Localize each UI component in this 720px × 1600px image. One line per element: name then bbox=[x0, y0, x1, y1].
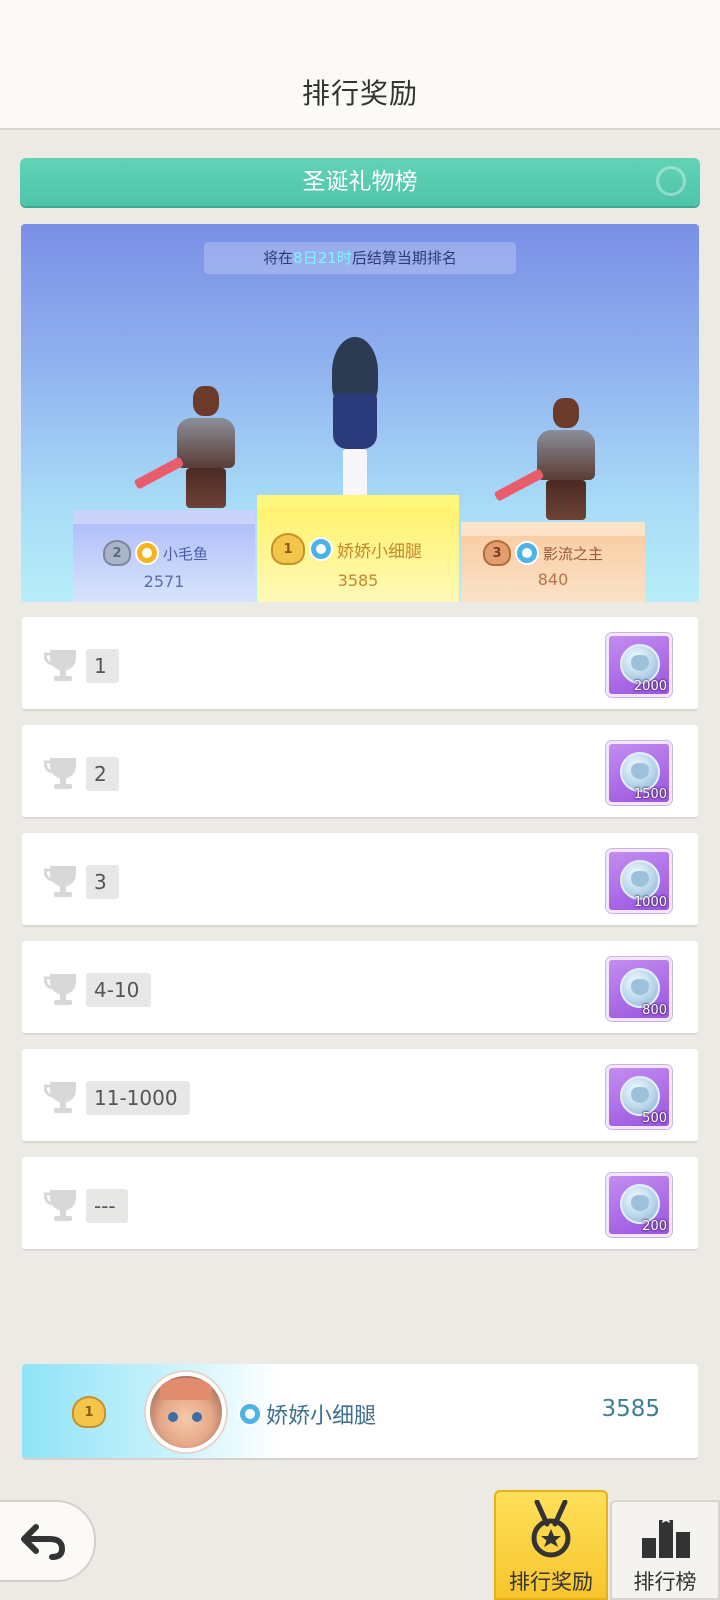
rank-1-badge-icon: 1 bbox=[271, 533, 305, 565]
warrior-character-third[interactable] bbox=[493, 398, 601, 520]
rank-range-label: 2 bbox=[86, 757, 119, 791]
reward-row: --- 200 bbox=[22, 1157, 698, 1251]
coin-icon bbox=[620, 644, 660, 684]
podium-second-name[interactable]: 小毛鱼 bbox=[163, 543, 208, 564]
reward-list: 1 2000 2 1500 3 1000 4-10 800 11-1000 50… bbox=[22, 617, 698, 1265]
rank-range-label: 1 bbox=[86, 649, 119, 683]
reward-amount: 200 bbox=[642, 1219, 667, 1234]
reward-amount: 500 bbox=[642, 1111, 667, 1126]
notice-suffix: 后结算当期排名 bbox=[351, 249, 457, 267]
my-score: 3585 bbox=[601, 1396, 660, 1422]
banner-title: 圣诞礼物榜 bbox=[302, 169, 418, 195]
snowflake-icon bbox=[656, 166, 686, 196]
rank-range-label: 11-1000 bbox=[86, 1081, 190, 1115]
tab-ranking-label: 排行榜 bbox=[633, 1570, 697, 1594]
user-avatar-icon bbox=[135, 541, 159, 565]
rank-range-label: 3 bbox=[86, 865, 119, 899]
trophy-icon bbox=[44, 866, 76, 897]
reward-row: 1 2000 bbox=[22, 617, 698, 711]
coin-icon bbox=[620, 1076, 660, 1116]
reward-row: 11-1000 500 bbox=[22, 1049, 698, 1143]
back-arrow-icon bbox=[21, 1524, 66, 1560]
user-avatar-icon bbox=[238, 1402, 262, 1426]
podium-third-name[interactable]: 影流之主 bbox=[543, 543, 603, 564]
my-avatar[interactable] bbox=[146, 1372, 226, 1452]
rank-1-badge-icon: 1 bbox=[72, 1396, 106, 1428]
reward-item[interactable]: 1500 bbox=[606, 741, 672, 805]
header-bar: 排行奖励 bbox=[0, 0, 720, 130]
podium-third-score: 840 bbox=[537, 570, 569, 589]
reward-item[interactable]: 200 bbox=[606, 1173, 672, 1237]
tab-ranking[interactable]: 排行榜 bbox=[610, 1500, 720, 1600]
podium-second: 2 小毛鱼 2571 bbox=[73, 510, 255, 602]
reward-amount: 1000 bbox=[633, 895, 667, 910]
notice-time: 8日21时 bbox=[293, 249, 352, 267]
trophy-icon bbox=[44, 650, 76, 681]
medal-icon bbox=[531, 1500, 571, 1558]
tab-rank-rewards[interactable]: 排行奖励 bbox=[494, 1490, 608, 1600]
podium-second-score: 2571 bbox=[143, 572, 185, 591]
trophy-icon bbox=[44, 974, 76, 1005]
podium-first-name[interactable]: 娇娇小细腿 bbox=[337, 537, 422, 562]
user-avatar-icon bbox=[515, 541, 539, 565]
my-name: 娇娇小细腿 bbox=[266, 1404, 377, 1429]
coin-icon bbox=[620, 860, 660, 900]
reward-amount: 1500 bbox=[633, 787, 667, 802]
rank-range-label: 4-10 bbox=[86, 973, 152, 1007]
leaderboard-icon bbox=[642, 1512, 690, 1558]
trophy-icon bbox=[44, 1082, 76, 1113]
podium-third: 3 影流之主 840 bbox=[461, 522, 645, 602]
reward-row: 4-10 800 bbox=[22, 941, 698, 1035]
tab-rank-rewards-label: 排行奖励 bbox=[509, 1570, 593, 1594]
leaderboard-banner: 圣诞礼物榜 bbox=[20, 158, 700, 206]
reward-item[interactable]: 500 bbox=[606, 1065, 672, 1129]
rank-3-badge-icon: 3 bbox=[483, 540, 511, 566]
settlement-notice: 将在8日21时后结算当期排名 bbox=[204, 242, 516, 274]
my-rank-bar: 1 娇娇小细腿 3585 bbox=[22, 1364, 698, 1460]
rank-2-badge-icon: 2 bbox=[103, 540, 131, 566]
reward-amount: 800 bbox=[642, 1003, 667, 1018]
reward-item[interactable]: 2000 bbox=[606, 633, 672, 697]
coin-icon bbox=[620, 752, 660, 792]
page-title: 排行奖励 bbox=[301, 77, 418, 110]
back-button[interactable] bbox=[0, 1500, 96, 1582]
user-avatar-icon bbox=[309, 537, 333, 561]
rank-range-label: --- bbox=[86, 1189, 128, 1223]
reward-row: 2 1500 bbox=[22, 725, 698, 819]
podium-first: 1 娇娇小细腿 3585 bbox=[257, 495, 459, 602]
notice-prefix: 将在 bbox=[263, 249, 294, 267]
podium-stage: 将在8日21时后结算当期排名 2 小毛鱼 2571 1 娇娇小细腿 3585 3… bbox=[21, 224, 699, 602]
reward-item[interactable]: 800 bbox=[606, 957, 672, 1021]
girl-character-first[interactable] bbox=[323, 337, 387, 501]
reward-amount: 2000 bbox=[633, 679, 667, 694]
trophy-icon bbox=[44, 758, 76, 789]
reward-row: 3 1000 bbox=[22, 833, 698, 927]
coin-icon bbox=[620, 968, 660, 1008]
warrior-character-second[interactable] bbox=[133, 386, 241, 508]
coin-icon bbox=[620, 1184, 660, 1224]
sword-icon bbox=[493, 468, 545, 502]
reward-item[interactable]: 1000 bbox=[606, 849, 672, 913]
sword-icon bbox=[133, 456, 185, 490]
trophy-icon bbox=[44, 1190, 76, 1221]
podium-first-score: 3585 bbox=[337, 571, 379, 590]
